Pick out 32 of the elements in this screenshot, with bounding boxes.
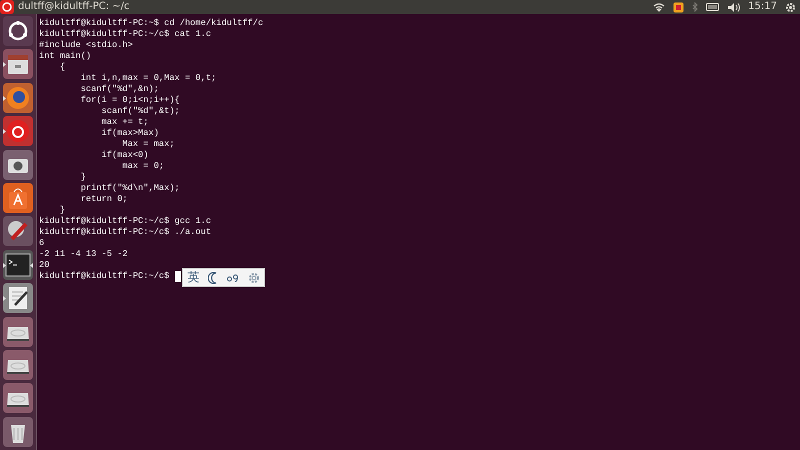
tray-app-icon[interactable] [673, 2, 684, 12]
terminal-line: 20 [39, 260, 50, 270]
terminal-line: return 0; [80, 194, 128, 204]
window-title: dultff@kidultff-PC: ~/c [18, 0, 130, 14]
wifi-icon[interactable] [653, 2, 666, 12]
terminal-line: kidultff@kidultff-PC:~/c$ gcc 1.c [39, 216, 212, 226]
terminal-line: scanf("%d",&t); [100, 106, 180, 116]
terminal-line: kidultff@kidultff-PC:~/c$ cat 1.c [39, 29, 212, 39]
terminal-line: } [58, 205, 66, 215]
terminal-line: int main() [39, 51, 92, 61]
music-app-icon[interactable] [0, 0, 14, 14]
terminal-line: for(i = 0;i<n;i++){ [80, 95, 180, 105]
terminal-line: max += t; [100, 117, 148, 127]
terminal-line: printf("%d\n",Max); [80, 183, 180, 193]
terminal-line: if(max>Max) [100, 128, 159, 138]
clock[interactable]: 15:17 [748, 0, 777, 14]
bluetooth-icon[interactable] [692, 2, 698, 12]
terminal-line: #include <stdio.h> [39, 40, 133, 50]
terminal-line: Max = max; [121, 139, 175, 149]
terminal-line: kidultff@kidultff-PC:~/c$ ./a.out [39, 227, 212, 237]
terminal-line: { [58, 62, 66, 72]
terminal-line: scanf("%d",&n); [80, 84, 159, 94]
terminal-line: -2 11 -4 13 -5 -2 [39, 249, 128, 259]
terminal-line: if(max<0) [100, 150, 148, 160]
volume-icon[interactable] [728, 2, 740, 12]
terminal-line: int i,n,max = 0,Max = 0,t; [80, 73, 216, 83]
terminal-line: max = 0; [121, 161, 164, 171]
terminal-line: } [80, 172, 86, 182]
terminal-line: kidultff@kidultff-PC:~/c$ [39, 271, 170, 281]
terminal-line: kidultff@kidultff-PC:~$ cd /home/kidultff/c [39, 18, 264, 28]
terminal-line: 6 [39, 238, 44, 248]
battery-icon[interactable] [706, 3, 720, 11]
